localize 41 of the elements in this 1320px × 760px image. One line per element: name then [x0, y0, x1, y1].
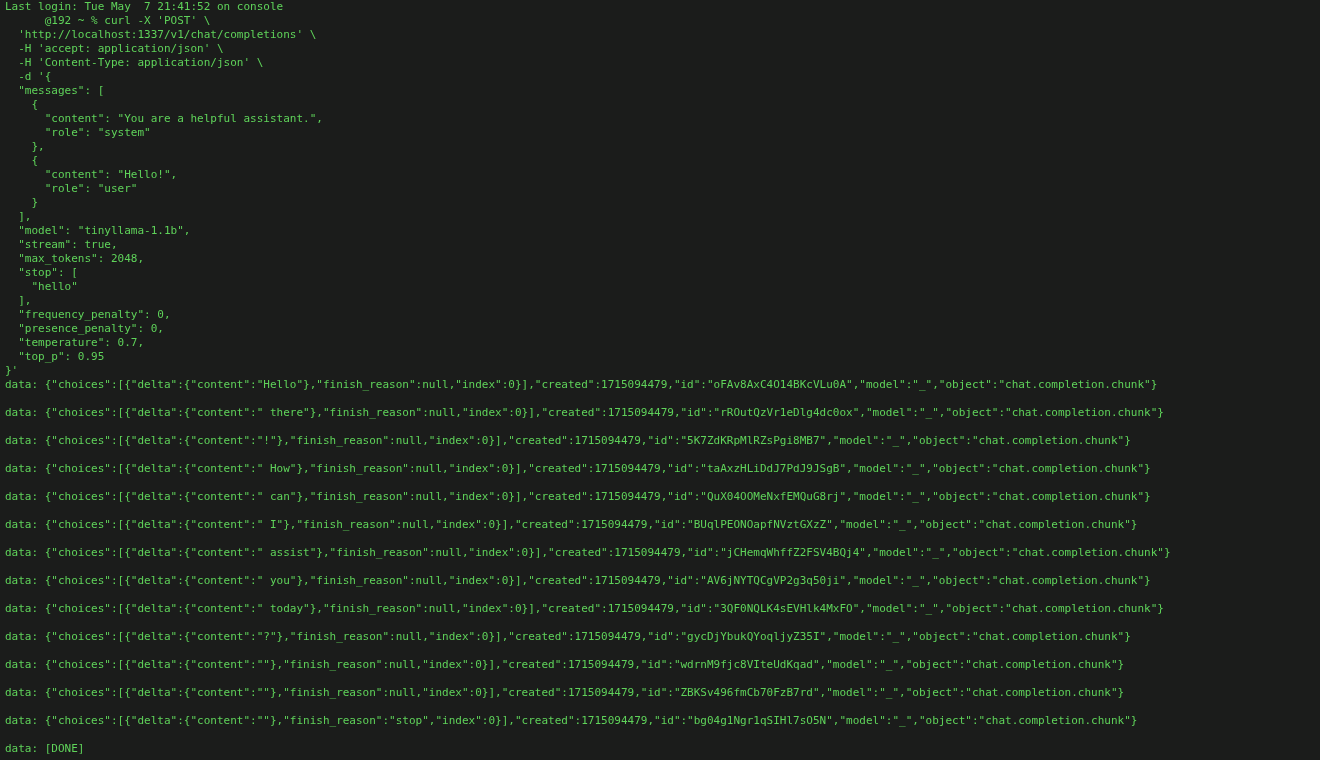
- terminal-line: "top_p": 0.95: [17, 350, 105, 364]
- terminal-line: "frequency_penalty": 0,: [17, 308, 171, 322]
- terminal-line: "content": "Hello!",: [43, 168, 178, 182]
- terminal-line: data: {"choices":[{"delta":{"content":" I"},"finish_reason":null,"index":0}],"created":1715094479,"id":"BUqlPEONOapfNVztGXzZ","model":"_","object":"chat.completion.chunk"}: [5, 518, 1138, 532]
- terminal-line: data: {"choices":[{"delta":{"content":" assist"},"finish_reason":null,"index":0}],"created":1715094479,"id":"jCHemqWhffZ2FSV4BQj4","model":"_","object":"chat.completion.chunk"}: [5, 546, 1171, 560]
- terminal-line: "role": "system": [43, 126, 151, 140]
- terminal-line: }': [5, 364, 19, 378]
- terminal-line: "hello": [30, 280, 78, 294]
- terminal-line: data: {"choices":[{"delta":{"content":"!"},"finish_reason":null,"index":0}],"created":1715094479,"id":"5K7ZdKRpMlRZsPgi8MB7","model":"_","object":"chat.completion.chunk"}: [5, 434, 1131, 448]
- terminal-line: data: {"choices":[{"delta":{"content":"?"},"finish_reason":null,"index":0}],"created":1715094479,"id":"gycDjYbukQYoqljyZ35I","model":"_","object":"chat.completion.chunk"}: [5, 630, 1131, 644]
- terminal-line: "temperature": 0.7,: [17, 336, 145, 350]
- terminal-line: "role": "user": [43, 182, 138, 196]
- terminal-line: data: {"choices":[{"delta":{"content":"Hello"},"finish_reason":null,"index":0}],"created":1715094479,"id":"oFAv8AxC4O14BKcVLu0A","model":"_","object":"chat.completion.chunk"}: [5, 378, 1158, 392]
- terminal-line: "stop": [: [17, 266, 78, 280]
- terminal-line: "model": "tinyllama-1.1b",: [17, 224, 191, 238]
- terminal-line: data: {"choices":[{"delta":{"content":" today"},"finish_reason":null,"index":0}],"created":1715094479,"id":"3QF0NQLK4sEVHlk4MxFO","model":"_","object":"chat.completion.chunk"}: [5, 602, 1164, 616]
- terminal-line: data: {"choices":[{"delta":{"content":" you"},"finish_reason":null,"index":0}],"created":1715094479,"id":"AV6jNYTQCgVP2g3q50ji","model":"_","object":"chat.completion.chunk"}: [5, 574, 1151, 588]
- terminal-line: Last login: Tue May 7 21:41:52 on console: [5, 0, 284, 14]
- terminal-line: ],: [17, 294, 32, 308]
- terminal-line: data: {"choices":[{"delta":{"content":""},"finish_reason":"stop","index":0}],"created":1715094479,"id":"bg04g1Ngr1qSIHl7sO5N","model":"_","object":"chat.completion.chunk"}: [5, 714, 1138, 728]
- terminal-line: data: {"choices":[{"delta":{"content":" can"},"finish_reason":null,"index":0}],"created":1715094479,"id":"QuX04OOMeNxfEMQuG8rj","model":"_","object":"chat.completion.chunk"}: [5, 490, 1151, 504]
- terminal-line: {: [30, 98, 39, 112]
- terminal-line: data: {"choices":[{"delta":{"content":" How"},"finish_reason":null,"index":0}],"created":1715094479,"id":"taAxzHLiDdJ7PdJ9JSgB","model":"_","object":"chat.completion.chunk"}: [5, 462, 1151, 476]
- terminal-line: ],: [17, 210, 32, 224]
- terminal-line: data: [DONE]: [5, 742, 85, 756]
- terminal-line: "messages": [: [17, 84, 105, 98]
- terminal-line: "stream": true,: [17, 238, 118, 252]
- terminal-line: "content": "You are a helpful assistant.",: [43, 112, 323, 126]
- terminal-line: data: {"choices":[{"delta":{"content":""},"finish_reason":null,"index":0}],"created":1715094479,"id":"ZBKSv496fmCb70FzB7rd","model":"_","object":"chat.completion.chunk"}: [5, 686, 1125, 700]
- terminal-line: }: [30, 196, 39, 210]
- terminal-line: },: [30, 140, 45, 154]
- terminal-line: @192 ~ % curl -X 'POST' \: [43, 14, 211, 28]
- terminal-line: data: {"choices":[{"delta":{"content":""},"finish_reason":null,"index":0}],"created":1715094479,"id":"wdrnM9fjc8VIteUdKqad","model":"_","object":"chat.completion.chunk"}: [5, 658, 1125, 672]
- terminal-line: data: {"choices":[{"delta":{"content":" there"},"finish_reason":null,"index":0}],"created":1715094479,"id":"rROutQzVr1eDlg4dc0ox","model":"_","object":"chat.completion.chunk"}: [5, 406, 1164, 420]
- terminal-line: -H 'accept: application/json' \: [17, 42, 224, 56]
- terminal-line: -d '{: [17, 70, 52, 84]
- terminal-line: "presence_penalty": 0,: [17, 322, 164, 336]
- terminal-line: {: [30, 154, 39, 168]
- terminal-line: 'http://localhost:1337/v1/chat/completions' \: [17, 28, 317, 42]
- terminal-line: -H 'Content-Type: application/json' \: [17, 56, 264, 70]
- terminal-line: "max_tokens": 2048,: [17, 252, 145, 266]
